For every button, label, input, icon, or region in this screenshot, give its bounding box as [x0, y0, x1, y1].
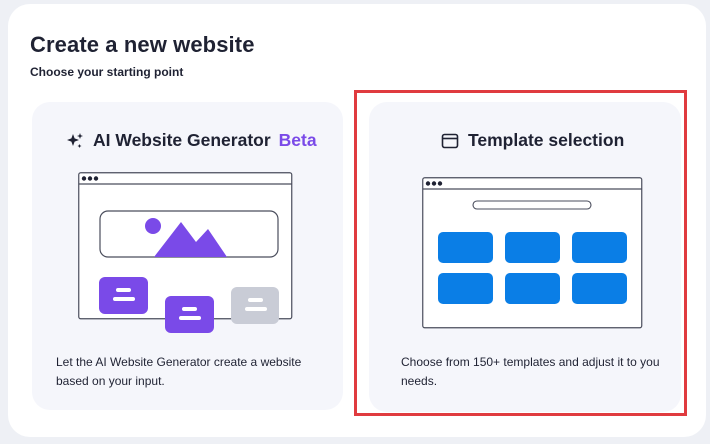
- browser-window-icon: [441, 132, 459, 150]
- template-card-header: Template selection: [441, 130, 624, 151]
- page-subtitle: Choose your starting point: [30, 65, 184, 79]
- template-selection-card[interactable]: Template selection Choose from 150+ temp…: [369, 102, 681, 412]
- ai-website-generator-card[interactable]: AI Website Generator Beta Let the AI Web…: [32, 102, 343, 410]
- ai-card-description: Let the AI Website Generator create a we…: [56, 355, 302, 388]
- ai-generator-illustration: [78, 172, 318, 352]
- create-website-panel: Create a new website Choose your startin…: [8, 4, 706, 437]
- page-title: Create a new website: [30, 32, 255, 57]
- template-card-title: Template selection: [468, 130, 625, 150]
- template-card-description: Choose from 150+ templates and adjust it…: [401, 355, 660, 388]
- ai-card-header: AI Website Generator Beta: [66, 130, 317, 151]
- ai-card-title: AI Website Generator: [93, 130, 271, 150]
- sparkles-icon: [66, 132, 84, 150]
- template-illustration: [422, 177, 644, 337]
- beta-badge: Beta: [278, 130, 317, 150]
